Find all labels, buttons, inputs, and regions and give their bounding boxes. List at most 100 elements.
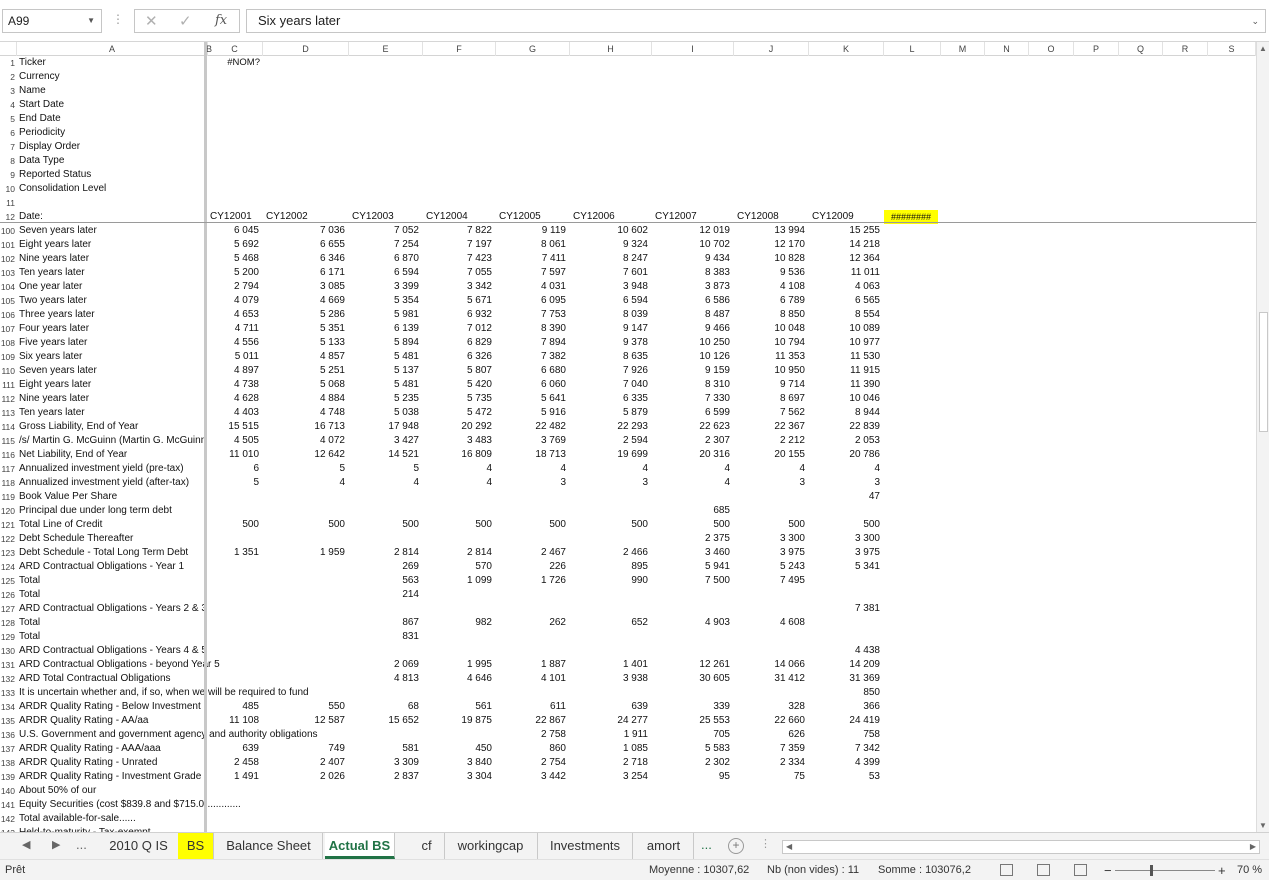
cell-k[interactable]: 47 — [809, 490, 880, 504]
cell-i[interactable]: 12 261 — [652, 658, 730, 672]
cell-c[interactable]: 4 653 — [207, 308, 259, 322]
cell-k[interactable]: 10 977 — [809, 336, 880, 350]
cell-f[interactable]: 5 671 — [423, 294, 492, 308]
cell-d[interactable]: 2 026 — [263, 770, 345, 784]
row-header[interactable]: 129 — [0, 630, 17, 644]
cell-h[interactable]: 2 594 — [570, 434, 648, 448]
cell-j[interactable]: 4 — [734, 462, 805, 476]
cell-f[interactable]: 3 840 — [423, 756, 492, 770]
row-header[interactable]: 116 — [0, 448, 17, 462]
cell-e[interactable]: 6 594 — [349, 266, 419, 280]
tab-splitter-icon[interactable]: ⋮ — [760, 837, 771, 850]
row-header[interactable]: 127 — [0, 602, 17, 616]
cell-label[interactable]: Eight years later — [19, 378, 206, 392]
cell-label[interactable]: Three years later — [19, 308, 206, 322]
cell-label[interactable]: ARD Contractual Obligations - beyond Yea… — [19, 658, 220, 672]
cell-j[interactable]: 328 — [734, 700, 805, 714]
prev-sheet-icon[interactable]: ◀ — [22, 838, 30, 851]
cell-e[interactable]: 214 — [349, 588, 419, 602]
cell-g[interactable]: 7 597 — [496, 266, 566, 280]
cell-label[interactable]: About 50% of our — [19, 784, 206, 798]
cell-c[interactable]: #NOM? — [207, 56, 260, 70]
cell-e[interactable]: 5 354 — [349, 294, 419, 308]
cell-g[interactable]: 3 — [496, 476, 566, 490]
cell-h[interactable]: 9 324 — [570, 238, 648, 252]
cell-e[interactable]: 15 652 — [349, 714, 419, 728]
cell-j[interactable]: 2 212 — [734, 434, 805, 448]
cell-i[interactable]: 339 — [652, 700, 730, 714]
more-sheets-left[interactable]: ... — [76, 837, 87, 852]
cell-i[interactable]: 705 — [652, 728, 730, 742]
cell-h[interactable]: 22 293 — [570, 420, 648, 434]
cell-d[interactable]: 2 407 — [263, 756, 345, 770]
cell-e[interactable]: 6 870 — [349, 252, 419, 266]
cell-c[interactable]: 11 010 — [207, 448, 259, 462]
cell-i[interactable]: 2 375 — [652, 532, 730, 546]
cell-i[interactable]: 20 316 — [652, 448, 730, 462]
cell-i[interactable]: 30 605 — [652, 672, 730, 686]
cell-h[interactable]: 6 594 — [570, 294, 648, 308]
cell-h[interactable]: 3 254 — [570, 770, 648, 784]
cell-c[interactable]: 4 079 — [207, 294, 259, 308]
cell-f[interactable]: 7 197 — [423, 238, 492, 252]
cell-e[interactable]: 3 309 — [349, 756, 419, 770]
cell-c[interactable]: 1 491 — [207, 770, 259, 784]
cell-label[interactable]: Total — [19, 574, 206, 588]
cell-e[interactable]: 5 038 — [349, 406, 419, 420]
cell-j[interactable]: 3 — [734, 476, 805, 490]
cell-e[interactable]: 2 837 — [349, 770, 419, 784]
row-header[interactable]: 124 — [0, 560, 17, 574]
cell-g[interactable]: 9 119 — [496, 224, 566, 238]
cell-d[interactable]: 5 351 — [263, 322, 345, 336]
cell-e[interactable]: 3 399 — [349, 280, 419, 294]
row-header[interactable]: 123 — [0, 546, 17, 560]
row-header[interactable]: 119 — [0, 490, 17, 504]
cell-f[interactable]: 5 420 — [423, 378, 492, 392]
cell-label[interactable]: Consolidation Level — [19, 182, 206, 196]
row-header[interactable]: 139 — [0, 770, 17, 784]
cell-h[interactable]: 990 — [570, 574, 648, 588]
cell-e[interactable]: 831 — [349, 630, 419, 644]
cell-i[interactable]: 6 599 — [652, 406, 730, 420]
row-header[interactable]: 115 — [0, 434, 17, 448]
cell-k[interactable]: 31 369 — [809, 672, 880, 686]
cell-e[interactable]: 14 521 — [349, 448, 419, 462]
cell-f[interactable]: 450 — [423, 742, 492, 756]
cell-d[interactable]: 5 251 — [263, 364, 345, 378]
cell-k[interactable]: 10 046 — [809, 392, 880, 406]
cell-h[interactable]: 4 — [570, 462, 648, 476]
cell-f[interactable]: 1 995 — [423, 658, 492, 672]
cell-h[interactable]: 3 938 — [570, 672, 648, 686]
cell-g[interactable]: 1 887 — [496, 658, 566, 672]
cell-label[interactable]: Six years later — [19, 350, 206, 364]
cell-f[interactable]: 561 — [423, 700, 492, 714]
cell-f[interactable]: 7 055 — [423, 266, 492, 280]
cell-d[interactable]: 6 346 — [263, 252, 345, 266]
row-header[interactable]: 142 — [0, 812, 17, 826]
cell-f[interactable]: 1 099 — [423, 574, 492, 588]
cell-label[interactable]: Total available-for-sale...... — [19, 812, 206, 826]
page-layout-icon[interactable] — [1037, 864, 1050, 876]
cell-label[interactable]: Ten years later — [19, 266, 206, 280]
column-header-o[interactable]: O — [1029, 42, 1074, 56]
cell-k[interactable]: 14 209 — [809, 658, 880, 672]
cell-label[interactable]: Seven years later — [19, 224, 206, 238]
row-header[interactable]: 140 — [0, 784, 17, 798]
cell-j[interactable]: 22 660 — [734, 714, 805, 728]
row-header[interactable]: 102 — [0, 252, 17, 266]
cell-label[interactable]: Currency — [19, 70, 206, 84]
cell-c[interactable]: 5 — [207, 476, 259, 490]
cell-g[interactable]: 3 442 — [496, 770, 566, 784]
cell-e[interactable]: 500 — [349, 518, 419, 532]
row-header[interactable]: 126 — [0, 588, 17, 602]
cell-f[interactable]: 20 292 — [423, 420, 492, 434]
cell-c[interactable]: 6 045 — [207, 224, 259, 238]
cell-e[interactable]: 2 069 — [349, 658, 419, 672]
cell-g[interactable]: 3 769 — [496, 434, 566, 448]
zoom-slider-knob[interactable] — [1150, 865, 1153, 876]
cell-k[interactable]: 3 — [809, 476, 880, 490]
cell-j[interactable]: 2 334 — [734, 756, 805, 770]
row-header[interactable]: 4 — [0, 98, 17, 112]
cell-k[interactable]: 6 565 — [809, 294, 880, 308]
cell-e[interactable]: 7 254 — [349, 238, 419, 252]
